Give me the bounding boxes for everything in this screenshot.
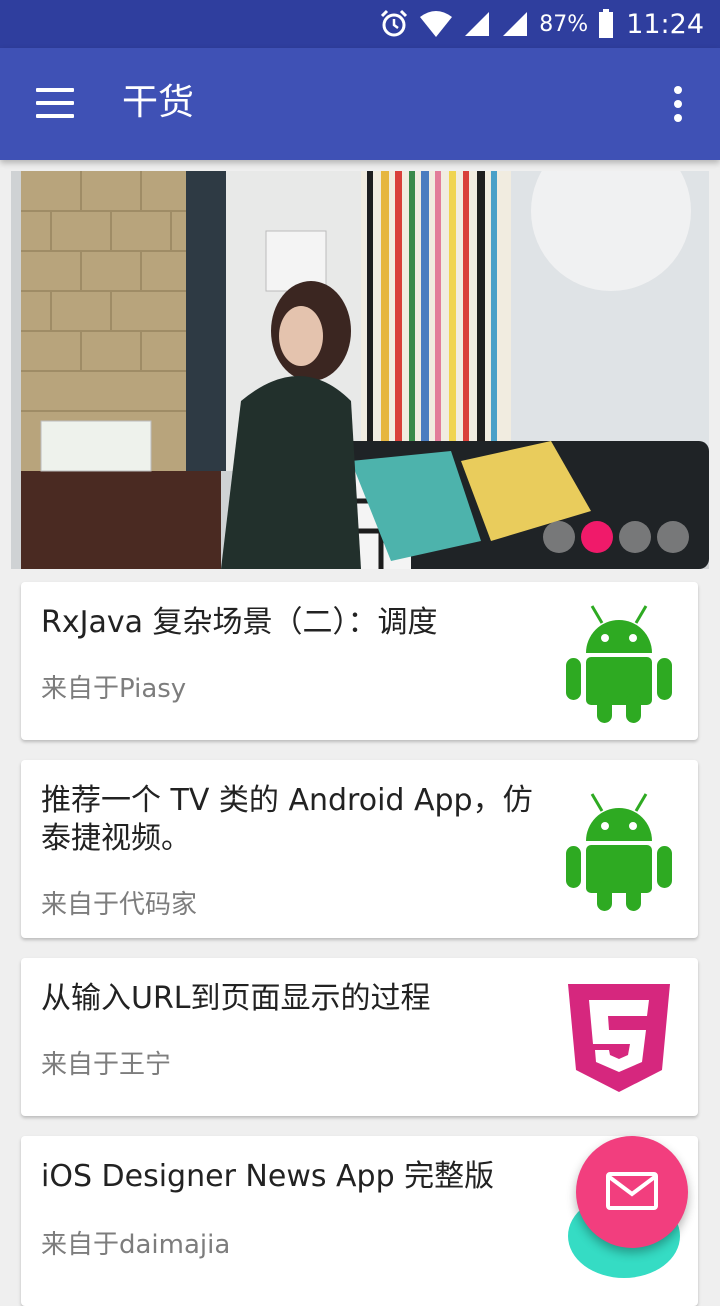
more-vert-icon[interactable] bbox=[666, 84, 690, 124]
wifi-icon bbox=[420, 11, 453, 37]
carousel-dot[interactable] bbox=[619, 521, 651, 553]
carousel-dot-active[interactable] bbox=[581, 521, 613, 553]
status-bar: 87% 11:24 bbox=[0, 0, 720, 48]
android-logo-icon bbox=[566, 605, 672, 723]
article-source: 来自于Piasy bbox=[41, 674, 187, 704]
article-card[interactable]: RxJava 复杂场景（二）：调度 来自于Piasy bbox=[21, 582, 698, 740]
carousel-dot[interactable] bbox=[657, 521, 689, 553]
carousel-indicator bbox=[543, 521, 689, 553]
article-source: 来自于代码家 bbox=[41, 890, 198, 920]
article-title: RxJava 复杂场景（二）：调度 bbox=[41, 605, 438, 640]
clock-time: 11:24 bbox=[626, 8, 704, 40]
carousel-dot[interactable] bbox=[543, 521, 575, 553]
alarm-icon bbox=[381, 9, 408, 37]
article-source: 来自于王宁 bbox=[41, 1050, 172, 1080]
android-logo-icon bbox=[566, 793, 672, 911]
battery-percent: 87% bbox=[539, 11, 589, 37]
compose-email-button[interactable] bbox=[576, 1136, 688, 1248]
article-title: 从输入URL到页面显示的过程 bbox=[41, 981, 431, 1016]
page-title: 干货 bbox=[122, 82, 195, 123]
html5-logo-icon bbox=[568, 984, 670, 1092]
article-card[interactable]: 从输入URL到页面显示的过程 来自于王宁 bbox=[21, 958, 698, 1116]
banner-carousel[interactable] bbox=[11, 171, 709, 569]
article-source: 来自于daimajia bbox=[41, 1230, 231, 1260]
signal-icon bbox=[465, 12, 490, 36]
hamburger-menu-icon[interactable] bbox=[36, 86, 74, 120]
status-icons: 87% 11:24 bbox=[379, 0, 704, 48]
article-card[interactable]: 推荐一个 TV 类的 Android App，仿泰捷视频。 来自于代码家 bbox=[21, 760, 698, 938]
article-title: iOS Designer News App 完整版 bbox=[41, 1159, 495, 1194]
email-icon bbox=[606, 1172, 658, 1210]
banner-photo bbox=[11, 171, 709, 569]
signal-icon bbox=[503, 12, 528, 36]
article-title: 推荐一个 TV 类的 Android App，仿泰捷视频。 bbox=[41, 783, 533, 856]
app-bar: 干货 bbox=[0, 48, 720, 160]
battery-icon bbox=[599, 9, 614, 38]
